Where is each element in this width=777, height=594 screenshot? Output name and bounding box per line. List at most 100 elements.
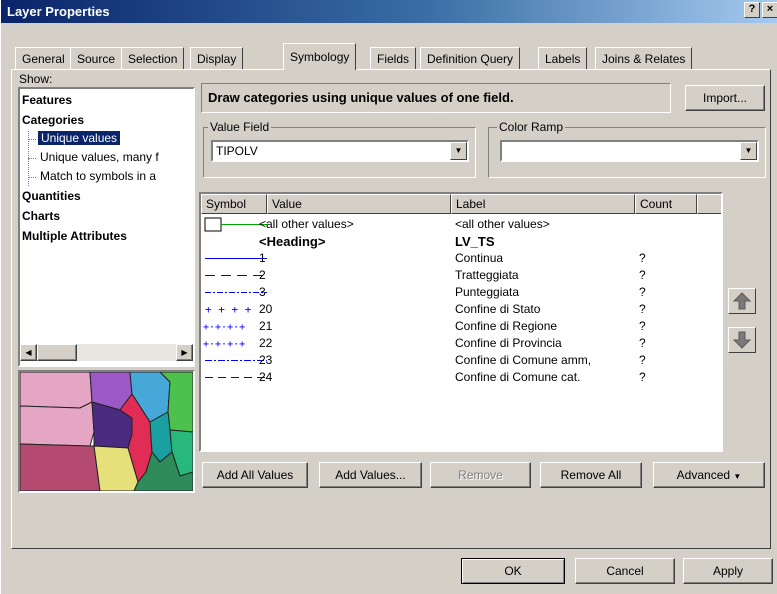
cell-label: Confine di Stato xyxy=(455,302,541,316)
tree-branch xyxy=(28,139,36,140)
value-field-value: TIPOLV xyxy=(216,144,258,158)
tab-joins-relates[interactable]: Joins & Relates xyxy=(595,47,693,69)
table-row[interactable]: 1 Continua? xyxy=(201,250,721,267)
show-tree[interactable]: Features Categories Unique values Unique… xyxy=(18,87,195,367)
cell-count: ? xyxy=(639,319,646,333)
tab-selection[interactable]: Selection xyxy=(121,47,185,69)
import-button-label: Import... xyxy=(702,91,747,105)
tree-item-categories[interactable]: Categories xyxy=(22,113,84,127)
svg-text:+·+·+·+: +·+·+·+ xyxy=(203,339,245,350)
cell-count: ? xyxy=(639,370,646,384)
table-row[interactable]: +·+·+·+ 22 Confine di Provincia? xyxy=(201,335,721,352)
cell-label: Confine di Regione xyxy=(455,319,558,333)
value-field-group: Value Field TIPOLV ▼ xyxy=(203,120,476,178)
cell-count: ? xyxy=(639,336,646,350)
cell-count: ? xyxy=(639,302,646,316)
values-table[interactable]: Symbol Value Label Count <all other valu… xyxy=(199,192,723,452)
cell-label: Confine di Comune amm, xyxy=(455,353,592,367)
table-row[interactable]: 23 Confine di Comune amm,? xyxy=(201,352,721,369)
help-button[interactable]: ? xyxy=(744,2,760,18)
move-down-button[interactable] xyxy=(728,327,756,353)
tab-source[interactable]: Source xyxy=(70,47,123,69)
column-header-filler xyxy=(697,194,721,214)
cell-value: <all other values> xyxy=(259,217,354,231)
tree-branch xyxy=(28,158,36,159)
value-field-dropdown[interactable]: TIPOLV ▼ xyxy=(211,140,469,162)
table-row[interactable]: 24 Confine di Comune cat.? xyxy=(201,369,721,386)
tree-item-unique-values-many[interactable]: Unique values, many f xyxy=(40,150,159,164)
chevron-down-icon[interactable]: ▼ xyxy=(450,142,467,160)
cancel-button[interactable]: Cancel xyxy=(575,558,675,584)
table-row[interactable]: + + + + 20 Confine di Stato? xyxy=(201,301,721,318)
window-title: Layer Properties xyxy=(7,4,110,19)
renderer-description: Draw categories using unique values of o… xyxy=(201,83,671,113)
scroll-left-icon[interactable]: ◀ xyxy=(20,344,37,361)
table-row[interactable]: +·+·+·+ 21 Confine di Regione? xyxy=(201,318,721,335)
column-header-count[interactable]: Count xyxy=(635,194,697,214)
move-up-button[interactable] xyxy=(728,288,756,314)
tree-item-match-to-symbols[interactable]: Match to symbols in a xyxy=(40,169,156,183)
tab-fields[interactable]: Fields xyxy=(370,47,417,69)
apply-label: Apply xyxy=(712,564,744,578)
scroll-thumb[interactable] xyxy=(37,344,77,361)
svg-text:+ + + +: + + + + xyxy=(205,303,252,316)
dropdown-arrow-icon: ▼ xyxy=(733,472,742,481)
close-button[interactable]: × xyxy=(762,2,777,18)
color-ramp-dropdown[interactable]: ▼ xyxy=(500,140,759,162)
horizontal-scrollbar[interactable]: ◀ ▶ xyxy=(20,344,193,361)
down-arrow-icon xyxy=(732,331,752,349)
column-header-symbol[interactable]: Symbol xyxy=(201,194,267,214)
color-ramp-label: Color Ramp xyxy=(497,120,566,134)
tab-general[interactable]: General xyxy=(15,47,72,69)
map-preview xyxy=(18,370,195,493)
chevron-down-icon[interactable]: ▼ xyxy=(740,142,757,160)
tree-item-charts[interactable]: Charts xyxy=(22,209,60,223)
remove-all-button[interactable]: Remove All xyxy=(540,462,642,488)
cell-value: 3 xyxy=(259,285,266,299)
scroll-right-icon[interactable]: ▶ xyxy=(176,344,193,361)
advanced-button[interactable]: Advanced ▼ xyxy=(653,462,765,488)
tree-item-multiple-attributes[interactable]: Multiple Attributes xyxy=(22,229,127,243)
title-bar: Layer Properties ? × xyxy=(1,0,777,23)
cell-count: ? xyxy=(639,251,646,265)
import-button[interactable]: Import... xyxy=(685,85,765,111)
remove-all-label: Remove All xyxy=(560,468,622,482)
ok-label: OK xyxy=(504,564,522,578)
cell-count: ? xyxy=(639,285,646,299)
cell-label: Tratteggiata xyxy=(455,268,519,282)
add-values-label: Add Values... xyxy=(335,468,406,482)
value-field-label: Value Field xyxy=(208,120,272,134)
cell-value: 21 xyxy=(259,319,273,333)
up-arrow-icon xyxy=(732,292,752,310)
ok-button[interactable]: OK xyxy=(461,558,565,584)
tree-item-quantities[interactable]: Quantities xyxy=(22,189,81,203)
apply-button[interactable]: Apply xyxy=(683,558,773,584)
tab-definition-query[interactable]: Definition Query xyxy=(420,47,521,69)
add-all-values-label: Add All Values xyxy=(216,468,294,482)
layer-properties-window: Layer Properties ? × General Source Sele… xyxy=(0,0,777,594)
tab-symbology[interactable]: Symbology xyxy=(283,43,357,70)
cell-value: 24 xyxy=(259,370,273,384)
table-row[interactable]: <Heading> LV_TS xyxy=(201,233,721,250)
column-header-label[interactable]: Label xyxy=(451,194,635,214)
color-ramp-group: Color Ramp ▼ xyxy=(488,120,766,178)
add-values-button[interactable]: Add Values... xyxy=(319,462,422,488)
cell-label: Punteggiata xyxy=(455,285,520,299)
remove-label: Remove xyxy=(458,468,503,482)
cell-count: ? xyxy=(639,353,646,367)
column-header-value[interactable]: Value xyxy=(267,194,451,214)
tree-item-unique-values[interactable]: Unique values xyxy=(36,130,122,146)
cell-label: Confine di Comune cat. xyxy=(455,370,581,384)
tab-display[interactable]: Display xyxy=(190,47,244,69)
tree-branch xyxy=(28,177,36,178)
tab-labels[interactable]: Labels xyxy=(538,47,588,69)
table-row[interactable]: <all other values> <all other values> xyxy=(201,216,721,233)
tree-item-features[interactable]: Features xyxy=(22,93,72,107)
cancel-label: Cancel xyxy=(606,564,644,578)
table-row[interactable]: 2 Tratteggiata? xyxy=(201,267,721,284)
table-row[interactable]: 3 Punteggiata? xyxy=(201,284,721,301)
remove-button[interactable]: Remove xyxy=(430,462,531,488)
add-all-values-button[interactable]: Add All Values xyxy=(202,462,308,488)
advanced-label: Advanced xyxy=(676,468,731,482)
cell-value: <Heading> xyxy=(259,234,326,249)
